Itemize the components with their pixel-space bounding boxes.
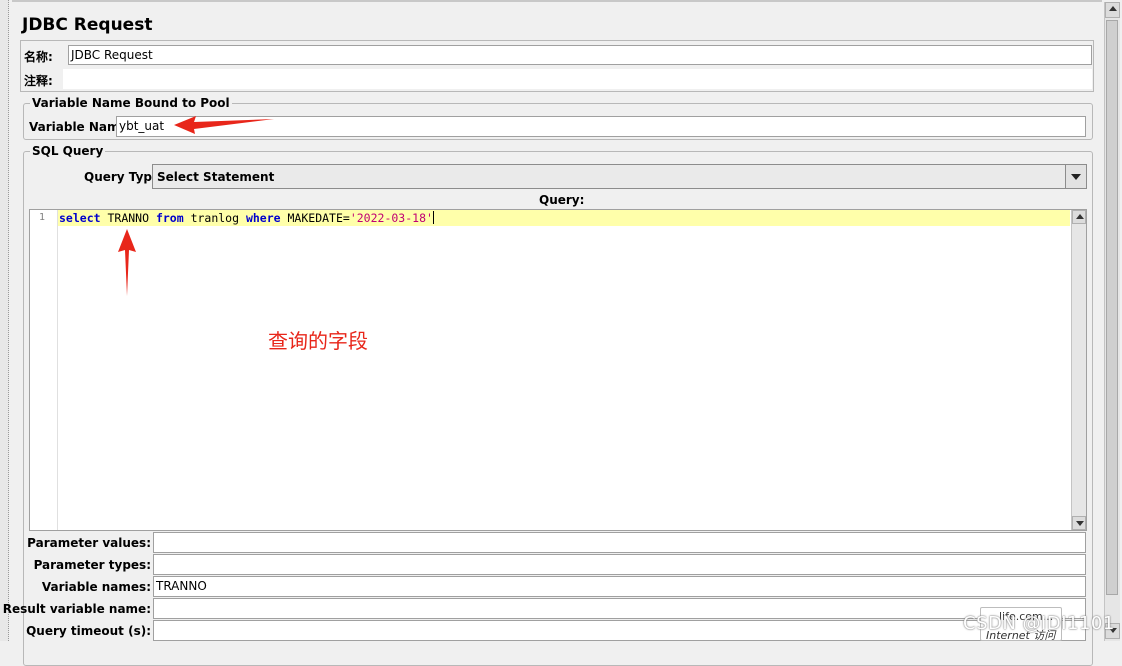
annotation-arrow-up [118, 229, 136, 296]
left-splitter[interactable] [0, 0, 9, 641]
text-caret [432, 211, 434, 224]
scroll-up-icon[interactable] [1072, 210, 1086, 224]
sql-query-legend: SQL Query [32, 144, 104, 158]
name-comment-box: 名称: JDBC Request 注释: [20, 40, 1094, 92]
parameter-values-field[interactable] [153, 532, 1086, 553]
sql-keyword: from [155, 211, 184, 225]
result-variable-name-label: Result variable name: [2, 602, 151, 616]
variable-names-label: Variable names: [41, 580, 151, 594]
sql-keyword: where [245, 211, 281, 225]
sql-identifier: tranlog [183, 211, 246, 225]
comment-label: 注释: [24, 74, 53, 88]
scroll-down-icon[interactable] [1072, 516, 1086, 530]
query-type-value: Select Statement [157, 170, 275, 184]
sql-identifier: MAKEDATE= [280, 211, 350, 225]
pool-group-legend: Variable Name Bound to Pool [32, 96, 230, 110]
result-variable-name-field[interactable] [153, 598, 1086, 619]
top-divider [12, 0, 1102, 2]
line-number: 1 [39, 212, 46, 223]
query-timeout-label: Query timeout (s): [26, 624, 151, 638]
comment-field[interactable] [63, 69, 1092, 89]
sql-keyword: select [59, 211, 101, 225]
line-number-gutter: 1 [30, 210, 58, 530]
annotation-arrow-left [174, 116, 274, 134]
name-field[interactable]: JDBC Request [68, 45, 1092, 65]
editor-scrollbar[interactable] [1071, 210, 1086, 530]
query-editor[interactable]: 1 select TRANNO from tranlog where MAKED… [29, 209, 1087, 531]
sql-code-line[interactable]: select TRANNO from tranlog where MAKEDAT… [59, 211, 434, 225]
sql-string-literal: '2022-03-18' [349, 211, 433, 225]
name-label: 名称: [24, 50, 53, 64]
parameter-types-label: Parameter types: [33, 558, 151, 572]
query-type-select[interactable]: Select Statement [152, 164, 1087, 189]
panel-scrollbar[interactable] [1104, 2, 1120, 641]
chevron-down-icon[interactable] [1065, 165, 1086, 188]
query-timeout-field[interactable] [153, 620, 1086, 641]
sql-identifier: TRANNO [100, 211, 156, 225]
panel-title: JDBC Request [22, 15, 153, 35]
watermark: CSDN @IDI1101 [963, 613, 1115, 634]
scroll-up-icon[interactable] [1105, 2, 1120, 18]
parameter-values-label: Parameter values: [27, 536, 151, 550]
scroll-thumb[interactable] [1106, 20, 1118, 595]
variable-names-field[interactable]: TRANNO [153, 576, 1086, 597]
parameter-types-field[interactable] [153, 554, 1086, 575]
annotation-text: 查询的字段 [268, 329, 368, 353]
query-label: Query: [539, 193, 585, 207]
